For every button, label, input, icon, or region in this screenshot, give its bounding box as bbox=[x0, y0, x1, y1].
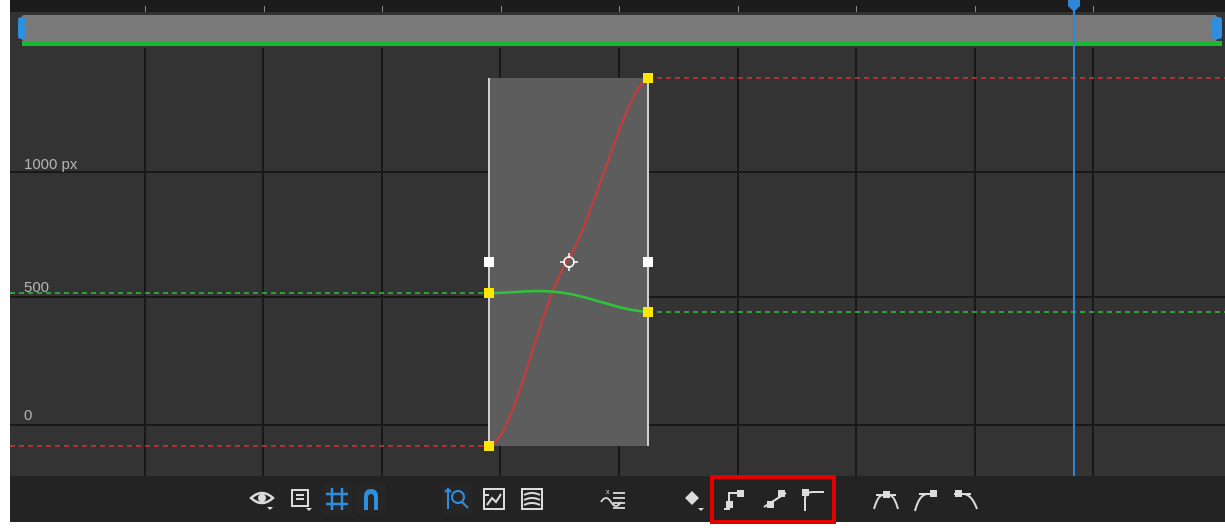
easy-ease-in-button[interactable] bbox=[910, 476, 942, 522]
time-ruler[interactable] bbox=[10, 0, 1225, 12]
show-properties-icon bbox=[249, 491, 275, 510]
convert-to-linear-button[interactable] bbox=[758, 476, 792, 522]
graph-canvas[interactable]: 1000 px 500 0 bbox=[10, 0, 1225, 476]
graph-type-menu-button[interactable] bbox=[288, 476, 316, 522]
work-area-bar[interactable] bbox=[22, 15, 1217, 41]
work-area-end-handle[interactable] bbox=[1212, 17, 1222, 39]
transform-handle-left[interactable] bbox=[484, 257, 494, 267]
easy-ease-out-button[interactable] bbox=[950, 476, 982, 522]
show-properties-button[interactable] bbox=[248, 476, 276, 522]
fit-all-graphs-button[interactable] bbox=[518, 476, 548, 522]
convert-hold-icon bbox=[724, 490, 744, 510]
transform-box-toggle[interactable] bbox=[322, 476, 352, 522]
y-axis-label-1000: 1000 px bbox=[24, 156, 78, 173]
easy-ease-in-icon bbox=[914, 490, 937, 512]
convert-linear-icon bbox=[763, 490, 787, 508]
separate-dimensions-icon: x bbox=[600, 489, 625, 509]
graph-type-menu-icon bbox=[291, 489, 312, 511]
easy-ease-out-icon bbox=[954, 490, 978, 510]
keyframe-red-end[interactable] bbox=[643, 73, 653, 83]
transform-box-icon bbox=[322, 484, 352, 514]
convert-auto-bezier-icon bbox=[802, 489, 824, 511]
snap-toggle[interactable] bbox=[356, 476, 386, 522]
easy-ease-button[interactable] bbox=[870, 476, 902, 522]
fit-selection-icon bbox=[483, 488, 505, 510]
snap-icon bbox=[356, 484, 386, 514]
edit-keyframe-icon bbox=[685, 491, 704, 511]
fit-selection-button[interactable] bbox=[480, 476, 510, 522]
auto-zoom-height-icon bbox=[442, 484, 472, 514]
keyframe-green-start[interactable] bbox=[484, 288, 494, 298]
convert-to-hold-button[interactable] bbox=[718, 476, 752, 522]
render-bar bbox=[22, 41, 1222, 46]
graph-editor: 1000 px 500 0 x bbox=[0, 0, 1225, 529]
graph-editor-toolbar: x bbox=[0, 476, 1225, 522]
fit-all-graphs-icon bbox=[521, 488, 543, 510]
easy-ease-icon bbox=[873, 491, 899, 510]
separate-dimensions-button[interactable]: x bbox=[596, 476, 630, 522]
work-area-start-handle[interactable] bbox=[18, 17, 26, 39]
y-axis-label-500: 500 bbox=[24, 279, 49, 296]
svg-text:x: x bbox=[606, 489, 610, 496]
convert-to-auto-bezier-button[interactable] bbox=[796, 476, 830, 522]
graph-panel[interactable]: 1000 px 500 0 bbox=[10, 0, 1225, 522]
keyframe-red-start[interactable] bbox=[484, 441, 494, 451]
auto-zoom-height-button[interactable] bbox=[440, 476, 474, 522]
keyframe-green-end[interactable] bbox=[643, 307, 653, 317]
y-axis-label-0: 0 bbox=[24, 407, 32, 424]
edit-keyframe-button[interactable] bbox=[680, 476, 708, 522]
transform-box[interactable] bbox=[489, 78, 648, 446]
transform-handle-right[interactable] bbox=[643, 257, 653, 267]
